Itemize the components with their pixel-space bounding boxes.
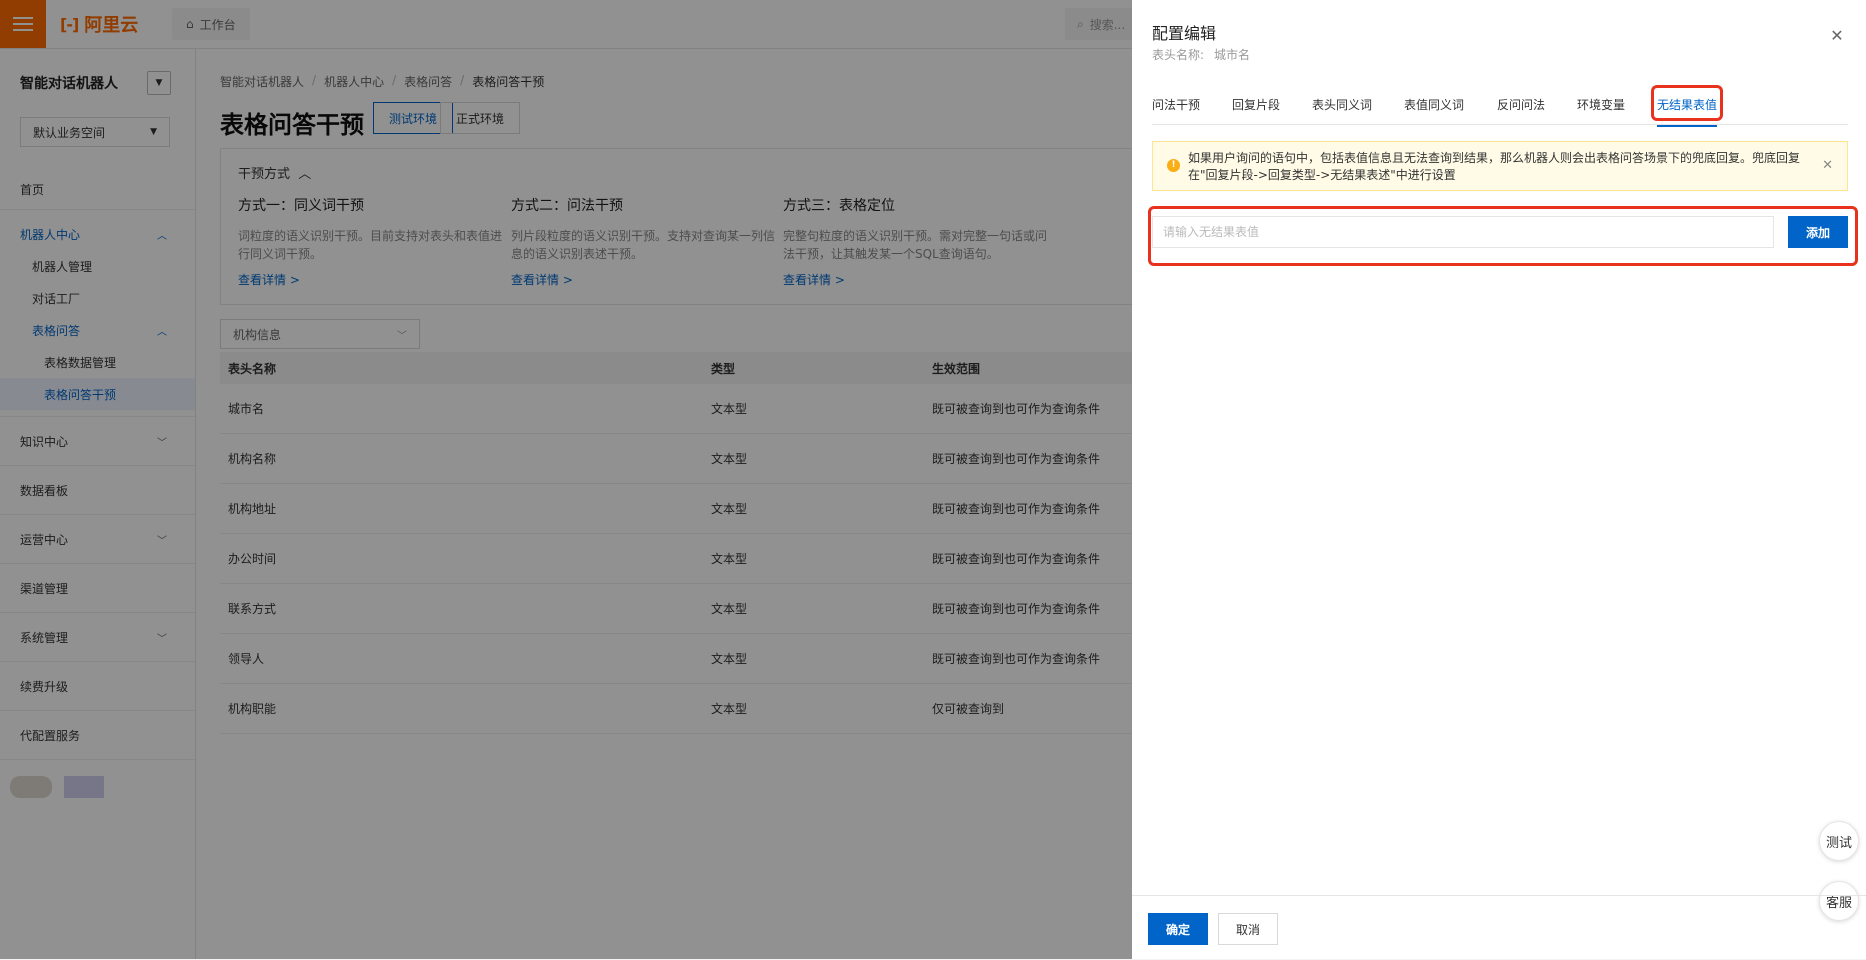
drawer-close-button[interactable]: ✕: [1829, 28, 1845, 44]
tab-reply-snippet[interactable]: 回复片段: [1232, 96, 1280, 113]
add-button[interactable]: 添加: [1788, 216, 1848, 248]
config-edit-drawer: 配置编辑 表头名称: 城市名 ✕ 问法干预 回复片段 表头同义词 表值同义词 反…: [1132, 0, 1866, 959]
drawer-subtitle: 表头名称: 城市名: [1152, 46, 1250, 63]
highlight-box-tab: [1651, 85, 1723, 121]
drawer-footer: 确定 取消: [1132, 895, 1866, 960]
tab-env-variable[interactable]: 环境变量: [1577, 96, 1625, 113]
tab-counter-question[interactable]: 反问问法: [1497, 96, 1545, 113]
no-result-value-input[interactable]: [1152, 216, 1774, 248]
tab-value-synonym[interactable]: 表值同义词: [1404, 96, 1464, 113]
info-alert: ! 如果用户询问的语句中，包括表值信息且无法查询到结果，那么机器人则会出表格问答…: [1152, 141, 1848, 191]
tab-question-intervention[interactable]: 问法干预: [1152, 96, 1200, 113]
close-icon: ✕: [1830, 26, 1844, 45]
alert-close-button[interactable]: ✕: [1822, 158, 1833, 173]
tab-header-synonym[interactable]: 表头同义词: [1312, 96, 1372, 113]
cancel-button[interactable]: 取消: [1218, 913, 1278, 945]
drawer-subtitle-label: 表头名称:: [1152, 48, 1205, 62]
alert-text: 如果用户询问的语句中，包括表值信息且无法查询到结果，那么机器人则会出表格问答场景…: [1188, 151, 1801, 182]
test-float-button[interactable]: 测试: [1819, 821, 1859, 861]
warning-icon: !: [1167, 159, 1180, 172]
drawer-tabs: 问法干预 回复片段 表头同义词 表值同义词 反问问法 环境变量 无结果表值: [1152, 84, 1848, 127]
confirm-button[interactable]: 确定: [1148, 913, 1208, 945]
drawer-title: 配置编辑: [1152, 24, 1217, 43]
drawer-subtitle-value: 城市名: [1214, 48, 1251, 62]
